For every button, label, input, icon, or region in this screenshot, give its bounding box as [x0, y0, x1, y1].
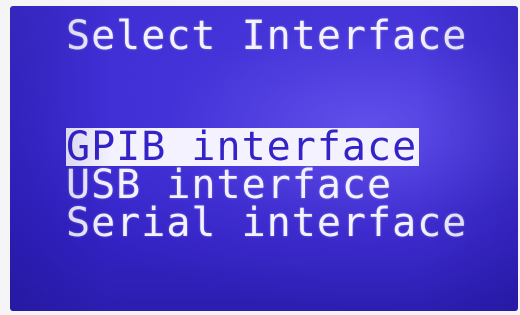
menu-item-gpib[interactable]: GPIB interface — [66, 127, 420, 167]
device-frame: Select Interface GPIB interface USB inte… — [0, 0, 520, 315]
menu-item-serial[interactable]: Serial interface — [66, 203, 467, 243]
screen-title: Select Interface — [66, 13, 468, 59]
menu-item-usb[interactable]: USB interface — [66, 165, 392, 205]
interface-menu: GPIB interface USB interface Serial inte… — [66, 127, 467, 243]
lcd-screen: Select Interface GPIB interface USB inte… — [10, 6, 518, 311]
